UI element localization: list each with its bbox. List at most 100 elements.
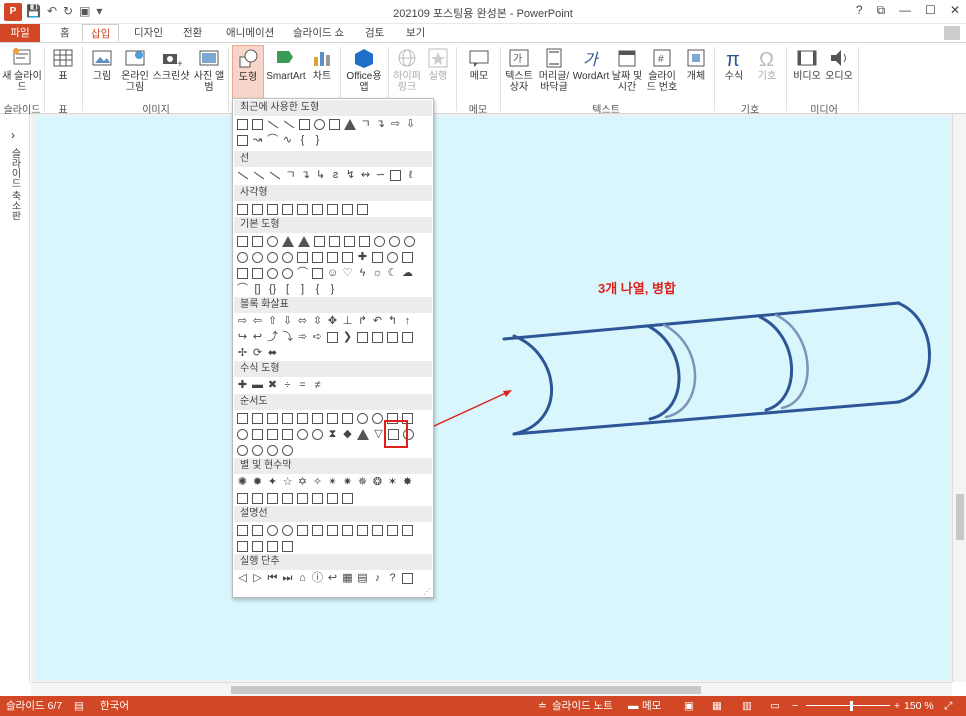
freeform-curve-icon[interactable]: ∽ [375,170,386,181]
octagon-icon[interactable] [404,236,415,247]
action-help-icon[interactable]: ? [387,573,398,584]
zoom-out-icon[interactable]: − [792,696,798,716]
up-callout-arrow-icon[interactable] [402,332,413,343]
punched-tape-icon[interactable] [282,429,293,440]
action-end-icon[interactable]: ⏭ [282,573,293,584]
curved-down-ribbon-icon[interactable] [282,493,293,504]
slide-sorter-icon[interactable]: ▦ [712,696,722,716]
elbow-arrow-connector-icon[interactable]: ↴ [375,119,386,130]
online-picture-button[interactable]: 온라인 그림 [118,45,152,93]
hyperlink-button[interactable]: 하이퍼링크 [392,45,422,93]
plaque-icon[interactable] [372,252,383,263]
quad-callout-arrow-icon[interactable]: ✢ [237,348,248,359]
block-up-arrow-icon[interactable]: ⇧ [267,316,278,327]
proofing-icon[interactable]: ▤ [74,696,84,716]
cube-icon[interactable] [402,252,413,263]
merge-icon[interactable]: ▽ [373,429,384,440]
tab-file[interactable]: 파일 [0,24,40,42]
comments-button[interactable]: 메모 [642,696,661,716]
cloud-callout-icon[interactable] [282,525,293,536]
elbow-arrow-icon[interactable]: ↴ [300,170,311,181]
action-info-icon[interactable]: ⓘ [312,573,323,584]
right-arrow-shape-icon[interactable]: ⇨ [390,119,401,130]
curved-double-arrow-icon[interactable]: ↭ [360,170,371,181]
snip-rect-icon[interactable] [267,204,278,215]
ribbon-display-button[interactable]: ⧉ [877,3,886,18]
tab-animations[interactable]: 애니메이션 [218,24,282,42]
basic-oval-icon[interactable] [267,236,278,247]
action-custom-icon[interactable] [402,573,413,584]
decagon-icon[interactable] [237,252,248,263]
heptagon-icon[interactable] [389,236,400,247]
arc-shape-icon[interactable]: ⌒ [267,135,278,146]
star6-icon[interactable]: ✡ [297,477,308,488]
elbow-connector-icon[interactable]: ㄱ [360,119,371,130]
pentagon-icon[interactable] [359,236,370,247]
star12-icon[interactable]: ✵ [357,477,368,488]
striped-arrow-icon[interactable]: ➾ [297,332,308,343]
arrow-line-shape-icon[interactable] [283,120,295,129]
hexagon-icon[interactable] [374,236,385,247]
curved-left-arrow-icon[interactable]: ↩ [252,332,263,343]
elbow-icon[interactable]: ㄱ [285,170,296,181]
curved-icon[interactable]: ƨ [330,170,341,181]
action-movie-icon[interactable]: ▦ [342,573,353,584]
basic-vtextbox-icon[interactable] [252,236,263,247]
tab-insert[interactable]: 삽입 [82,24,120,42]
alt-process-icon[interactable] [252,413,263,424]
vertical-scroll-thumb[interactable] [956,494,964,540]
summing-junction-icon[interactable] [297,429,308,440]
notched-arrow-icon[interactable]: ➪ [312,332,323,343]
terminator-icon[interactable] [357,413,368,424]
horizontal-scroll-icon[interactable] [312,493,323,504]
double-arrow-icon[interactable] [269,171,281,180]
video-button[interactable]: 비디오 [792,45,822,82]
curved-down-arrow-icon[interactable]: ⤵ [282,332,293,343]
can-icon[interactable] [387,252,398,263]
line-callout3-icon[interactable] [327,525,338,536]
quad-arrow-icon[interactable]: ✥ [327,316,338,327]
accent-border-callout2-icon[interactable] [267,541,278,552]
slide-caption[interactable]: 3개 나열, 병합 [598,278,676,297]
block-left-arrow-icon[interactable]: ⇦ [252,316,263,327]
horizontal-scroll-thumb[interactable] [231,686,701,694]
half-frame-icon[interactable] [312,252,323,263]
freeform-icon[interactable] [390,170,401,181]
tab-design[interactable]: 디자인 [126,24,171,42]
explosion1-icon[interactable]: ✺ [237,477,248,488]
textbox-shape-icon[interactable] [237,119,248,130]
line-callout1-icon[interactable] [297,525,308,536]
magnetic-disk-icon[interactable] [252,445,263,456]
language-indicator[interactable]: 한국어 [100,696,129,716]
direct-access-storage-icon[interactable] [267,445,278,456]
right-callout-arrow-icon[interactable] [357,332,368,343]
reading-view-icon[interactable]: ▥ [742,696,752,716]
shapes-button[interactable]: 도형 [232,45,264,99]
chord-icon[interactable] [267,252,278,263]
left-right-up-arrow-icon[interactable]: ⊥ [342,316,353,327]
star4-icon[interactable]: ✦ [267,477,278,488]
explosion2-icon[interactable]: ✹ [252,477,263,488]
plus-icon[interactable]: ✚ [237,380,248,391]
card-icon[interactable] [267,429,278,440]
block-arc-icon[interactable]: ⌒ [297,268,308,279]
vertical-scrollbar[interactable] [952,114,966,682]
sun-icon[interactable]: ☼ [372,268,383,279]
action-document-icon[interactable]: ▤ [357,573,368,584]
action-sound-icon[interactable]: ♪ [372,573,383,584]
round-same-rect-icon[interactable] [342,204,353,215]
fit-to-window-icon[interactable]: ⤢ [944,696,952,716]
heart-icon[interactable]: ♡ [342,268,353,279]
decision-icon[interactable] [267,413,278,424]
left-brace-small-icon[interactable]: { [312,284,323,295]
up-down-arrow-icon[interactable]: ⇳ [312,316,323,327]
notes-button[interactable]: 슬라이드 노트 [552,696,613,716]
triangle-shape-icon[interactable] [344,119,356,130]
or-icon[interactable] [312,429,323,440]
equation-button[interactable]: π 수식 [718,45,750,82]
collate-icon[interactable]: ⧗ [327,429,338,440]
symbol-button[interactable]: Ω 기호 [752,45,782,82]
comments-icon[interactable]: ▬ [628,696,639,716]
line-shape-icon[interactable] [267,120,279,129]
tab-home[interactable]: 홈 [52,24,78,42]
